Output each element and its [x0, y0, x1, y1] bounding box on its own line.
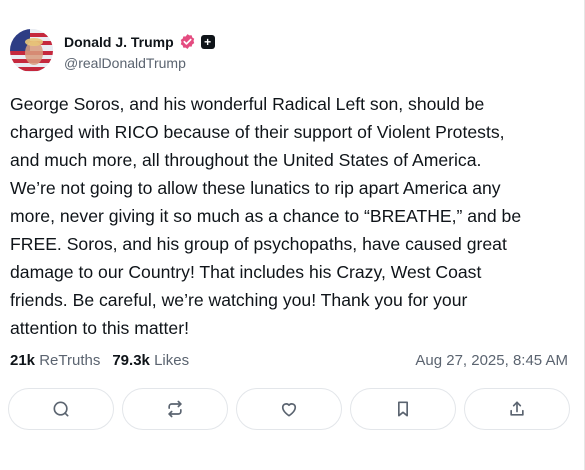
plus-badge-icon: +: [200, 34, 215, 49]
action-bar: [8, 388, 570, 430]
name-row: Donald J. Trump +: [64, 33, 215, 50]
retruth-button[interactable]: [122, 388, 228, 430]
avatar-image: [10, 29, 53, 72]
display-name[interactable]: Donald J. Trump: [64, 34, 174, 50]
retruths-label: ReTruths: [39, 352, 101, 369]
likes-label: Likes: [154, 352, 190, 369]
reply-button[interactable]: [8, 388, 114, 430]
likes-stat[interactable]: 79.3k Likes: [112, 352, 189, 369]
bookmark-button[interactable]: [350, 388, 456, 430]
reply-icon: [53, 401, 69, 417]
post-stats: 21k ReTruths 79.3k Likes: [10, 352, 189, 369]
avatar[interactable]: [10, 29, 53, 72]
likes-count: 79.3k: [112, 352, 150, 369]
retruths-stat[interactable]: 21k ReTruths: [10, 352, 100, 369]
retruths-count: 21k: [10, 352, 36, 369]
verified-badge-icon: [179, 33, 196, 50]
post-timestamp[interactable]: Aug 27, 2025, 8:45 AM: [415, 352, 568, 369]
post-header: Donald J. Trump + @realDonaldTrump: [10, 29, 570, 73]
like-button[interactable]: [236, 388, 342, 430]
share-button[interactable]: [464, 388, 570, 430]
handle[interactable]: @realDonaldTrump: [64, 55, 186, 71]
share-icon: [510, 401, 524, 416]
bookmark-icon: [398, 401, 408, 417]
post-text: George Soros, and his wonderful Radical …: [10, 94, 522, 338]
like-icon: [281, 403, 297, 417]
retruth-icon: [168, 400, 182, 418]
